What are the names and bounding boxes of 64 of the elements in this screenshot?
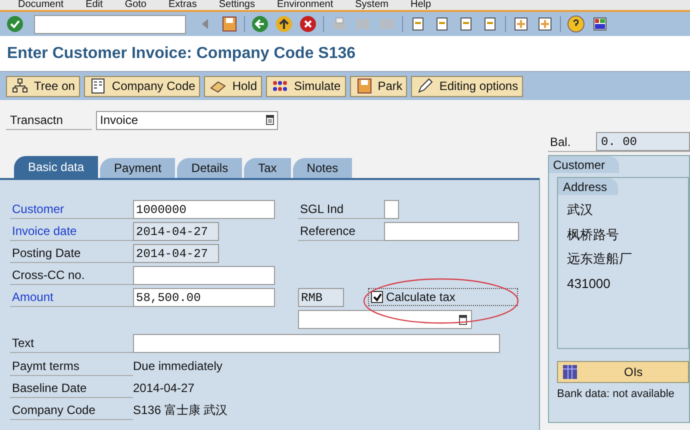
back-icon[interactable] — [251, 15, 269, 33]
field-value: Due immediately — [133, 358, 222, 375]
field-value: S136 富士康 武汉 — [133, 402, 228, 419]
toolbar-button[interactable]: Tree on — [6, 76, 80, 96]
tab[interactable]: Details — [177, 158, 242, 178]
layout-icon[interactable] — [591, 15, 609, 33]
currency-field: RMB — [298, 288, 344, 306]
menu-item[interactable]: Settings — [218, 0, 255, 10]
save-icon — [354, 77, 373, 95]
save-icon[interactable] — [220, 15, 238, 33]
menu-item[interactable]: Edit — [86, 0, 103, 10]
address-line: 武汉 — [567, 201, 594, 219]
tab[interactable]: Basic data — [14, 156, 98, 178]
transaction-dropdown[interactable]: Invoice — [96, 110, 278, 130]
date-field: 2014-04-27 — [133, 244, 219, 262]
dropdown-icon — [266, 115, 274, 125]
check-icon — [372, 292, 382, 302]
address-line: 枫桥路号 — [567, 226, 620, 244]
address-line: 431000 — [567, 274, 612, 292]
field-label: Paymt terms — [10, 356, 133, 376]
panel-tab[interactable]: Address — [558, 178, 618, 195]
address-line: 远东造船厂 — [567, 250, 633, 268]
menu-item[interactable]: System — [355, 0, 388, 10]
field-label: Bal. — [549, 134, 572, 150]
input-field[interactable] — [384, 200, 399, 218]
input-field[interactable] — [133, 266, 275, 284]
menu-item[interactable]: Environment — [276, 0, 334, 10]
toolbar-button[interactable]: Company Code — [84, 76, 200, 96]
grid-icon — [562, 364, 578, 380]
check-icon[interactable] — [6, 15, 24, 33]
document-icon — [88, 77, 107, 95]
help-icon[interactable] — [567, 15, 585, 33]
input-field[interactable]: 58,500.00 — [133, 288, 275, 306]
checkbox-box[interactable] — [371, 291, 383, 303]
command-field[interactable] — [34, 14, 186, 34]
menu-item[interactable]: Help — [410, 0, 432, 10]
menu-item[interactable]: Goto — [124, 0, 146, 10]
input-field[interactable] — [384, 222, 519, 240]
open-items-button[interactable]: OIs — [557, 361, 689, 383]
pencil-icon — [416, 77, 434, 95]
balance-field: 0. 00 — [596, 132, 690, 151]
calculate-tax-checkbox[interactable]: Calculate tax — [368, 288, 518, 306]
tab[interactable]: Notes — [292, 158, 352, 178]
menu-item[interactable]: Extras — [168, 0, 197, 10]
field-label: Company Code — [10, 400, 133, 420]
toolbar-button[interactable]: Park — [350, 76, 408, 96]
menu-item[interactable]: Document — [18, 0, 64, 10]
input-field[interactable]: 1000000 — [133, 200, 275, 218]
dropdown-field[interactable] — [298, 310, 472, 329]
cancel-icon[interactable] — [299, 15, 317, 33]
bank-data-text: Bank data: not available — [557, 387, 676, 402]
text-input-field[interactable] — [133, 334, 500, 352]
toolbar-button[interactable]: Simulate — [266, 76, 346, 96]
date-field: 2014-04-27 — [133, 222, 219, 240]
field-label: Baseline Date — [10, 378, 133, 398]
screen-title: Enter Customer Invoice: Company Code S136 — [7, 44, 356, 64]
toolbar-button[interactable]: Editing options — [411, 76, 524, 96]
tab[interactable]: Payment — [100, 158, 176, 178]
tree-icon — [11, 77, 29, 95]
field-label: Transactn — [6, 110, 92, 130]
panel-tab[interactable]: Customer — [549, 156, 619, 173]
tab[interactable]: Tax — [244, 158, 291, 178]
field-value: 2014-04-27 — [133, 380, 194, 397]
toolbar-button[interactable]: Hold — [204, 76, 262, 96]
